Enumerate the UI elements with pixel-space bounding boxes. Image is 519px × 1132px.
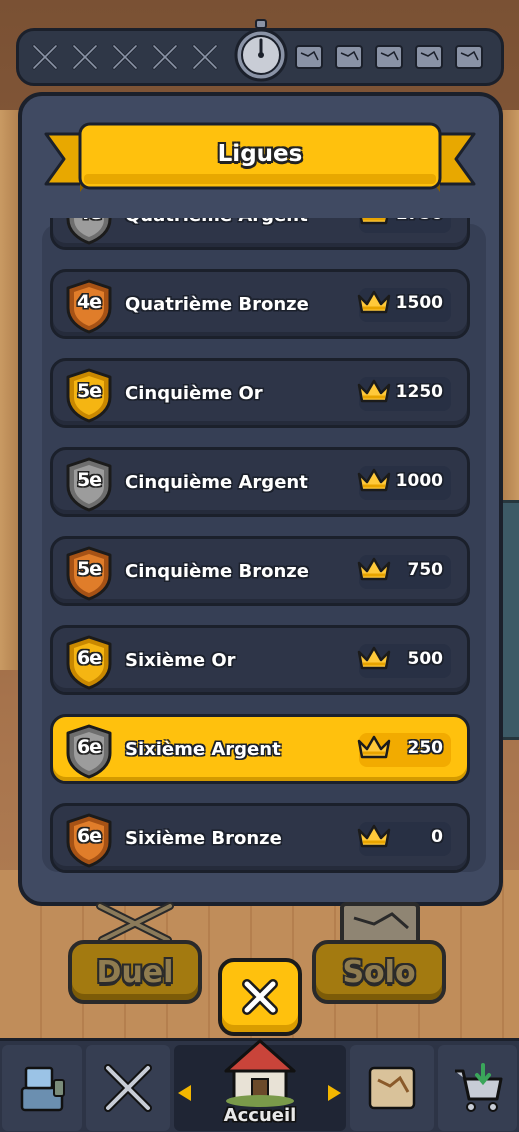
league-points: 500	[407, 649, 444, 669]
league-row[interactable]: 4e Quatrième Argent 1750	[50, 218, 470, 250]
shop-counter-icon	[20, 1066, 65, 1112]
league-name: Sixième Bronze	[125, 828, 282, 849]
crown-icon	[355, 286, 393, 320]
map-scroll-icon	[331, 39, 367, 75]
crown-icon	[355, 464, 393, 498]
league-points: 1500	[395, 293, 443, 313]
duel-label: Duel	[96, 954, 174, 990]
home-icon	[224, 1039, 296, 1107]
cart-icon	[454, 1063, 502, 1112]
crossed-swords-icon	[147, 39, 183, 75]
crown-icon	[355, 375, 393, 409]
league-row[interactable]: 5e Cinquième Argent 1000	[50, 447, 470, 517]
crown-icon	[355, 642, 393, 676]
crossed-swords-icon	[104, 1064, 152, 1112]
map-scroll-icon	[411, 39, 447, 75]
league-name: Sixième Argent	[125, 739, 281, 760]
crossed-swords-icon	[96, 902, 174, 944]
nav-home[interactable]: Accueil	[174, 1039, 346, 1131]
league-row[interactable]: 6e Sixième Or 500	[50, 625, 470, 695]
solo-button[interactable]: Solo	[312, 940, 446, 1004]
crown-icon	[355, 731, 393, 765]
league-name: Cinquième Argent	[125, 472, 308, 493]
league-points: 750	[407, 560, 444, 580]
map-scroll-icon	[371, 39, 407, 75]
league-row[interactable]: 4e Quatrième Bronze 1500	[50, 269, 470, 339]
league-points: 1000	[395, 471, 443, 491]
league-row[interactable]: 5e Cinquième Bronze 750	[50, 536, 470, 606]
league-points: 250	[407, 738, 444, 758]
map-scroll-icon	[451, 39, 487, 75]
nav-cart[interactable]	[438, 1045, 517, 1131]
crossed-swords-icon	[187, 39, 223, 75]
league-badge-label: 5e	[76, 380, 102, 402]
crossed-swords-icon	[27, 39, 63, 75]
nav-shop[interactable]	[2, 1045, 82, 1131]
close-button[interactable]	[218, 958, 302, 1036]
league-list[interactable]: 4e Quatrième Argent 1750 4e Quatrième Bronze…	[48, 218, 472, 878]
league-name: Cinquième Or	[125, 383, 263, 404]
bottom-nav: Accueil	[0, 1038, 519, 1132]
nav-home-label: Accueil	[223, 1105, 297, 1126]
league-points: 0	[431, 827, 443, 847]
league-badge-label: 5e	[76, 469, 102, 491]
chevron-right-icon	[328, 1085, 341, 1101]
league-points: 1750	[396, 218, 443, 224]
league-row[interactable]: 6e Sixième Bronze 0	[50, 803, 470, 873]
stopwatch-icon	[234, 19, 288, 82]
duel-button[interactable]: Duel	[68, 940, 202, 1004]
chevron-left-icon	[178, 1085, 191, 1101]
close-icon	[242, 979, 278, 1015]
league-row[interactable]: 5e Cinquième Or 1250	[50, 358, 470, 428]
league-points: 1250	[395, 382, 443, 402]
crown-icon	[355, 218, 393, 231]
crossed-swords-icon	[67, 39, 103, 75]
map-scroll-icon	[368, 1066, 416, 1110]
league-badge-label: 6e	[76, 825, 102, 847]
map-scroll-icon	[340, 902, 420, 944]
league-name: Quatrième Bronze	[125, 294, 309, 315]
crossed-swords-icon	[107, 39, 143, 75]
league-name: Quatrième Argent	[125, 218, 308, 226]
league-badge-label: 6e	[76, 647, 102, 669]
league-name: Sixième Or	[125, 650, 236, 671]
modal-title: Ligues	[217, 141, 303, 167]
crown-icon	[355, 820, 393, 854]
league-badge-label: 6e	[76, 736, 102, 758]
league-badge-label: 4e	[63, 218, 115, 224]
crown-icon	[355, 553, 393, 587]
map-scroll-icon	[291, 39, 327, 75]
league-badge-label: 5e	[76, 558, 102, 580]
nav-battle[interactable]	[86, 1045, 170, 1131]
league-name: Cinquième Bronze	[125, 561, 309, 582]
league-row[interactable]: 6e Sixième Argent 250	[50, 714, 470, 784]
nav-map[interactable]	[350, 1045, 434, 1131]
league-badge-label: 4e	[76, 291, 102, 313]
solo-label: Solo	[342, 954, 416, 990]
